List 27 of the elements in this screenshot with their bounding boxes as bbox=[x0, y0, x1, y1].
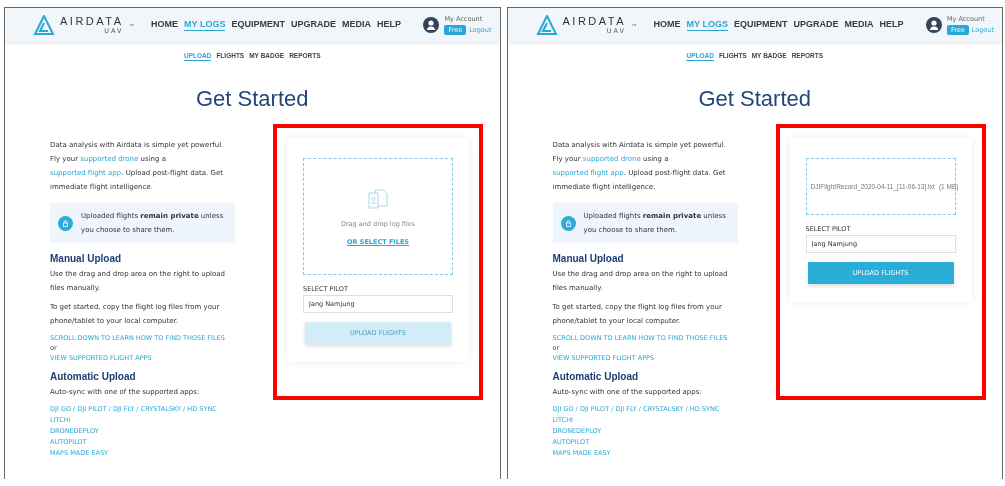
nav-item[interactable]: HOME bbox=[151, 19, 179, 31]
nav-item[interactable]: HOME bbox=[653, 19, 681, 31]
nav-item[interactable]: MY LOGS bbox=[686, 19, 728, 31]
nav-item[interactable]: MY LOGS bbox=[184, 19, 226, 31]
page-title: Get Started bbox=[697, 86, 812, 112]
lock-icon bbox=[560, 215, 576, 231]
nav-item[interactable]: MEDIA bbox=[341, 19, 371, 31]
triangle-logo-icon bbox=[33, 15, 55, 35]
nav-item[interactable]: HELP bbox=[376, 19, 401, 31]
section-heading: Manual Upload bbox=[50, 253, 123, 264]
nav-item[interactable]: UPGRADE bbox=[290, 19, 336, 31]
nav-item[interactable]: UPGRADE bbox=[793, 19, 839, 31]
logo-text: AIRDATA bbox=[60, 15, 124, 27]
nav-item[interactable]: EQUIPMENT bbox=[231, 19, 285, 31]
nav-item[interactable]: HELP bbox=[879, 19, 904, 31]
avatar-icon bbox=[423, 17, 440, 33]
logo-text: AIRDATA bbox=[562, 15, 627, 27]
section-heading: Manual Upload bbox=[552, 253, 625, 264]
section-heading: Automatic Upload bbox=[552, 371, 640, 382]
nav-item[interactable]: MEDIA bbox=[844, 19, 874, 31]
nav-item[interactable]: EQUIPMENT bbox=[733, 19, 788, 31]
page-title: Get Started bbox=[195, 86, 310, 112]
triangle-logo-icon bbox=[535, 15, 558, 35]
lock-icon bbox=[58, 215, 73, 231]
avatar-icon bbox=[925, 17, 942, 33]
section-heading: Automatic Upload bbox=[50, 371, 137, 382]
documents-icon bbox=[367, 187, 389, 210]
